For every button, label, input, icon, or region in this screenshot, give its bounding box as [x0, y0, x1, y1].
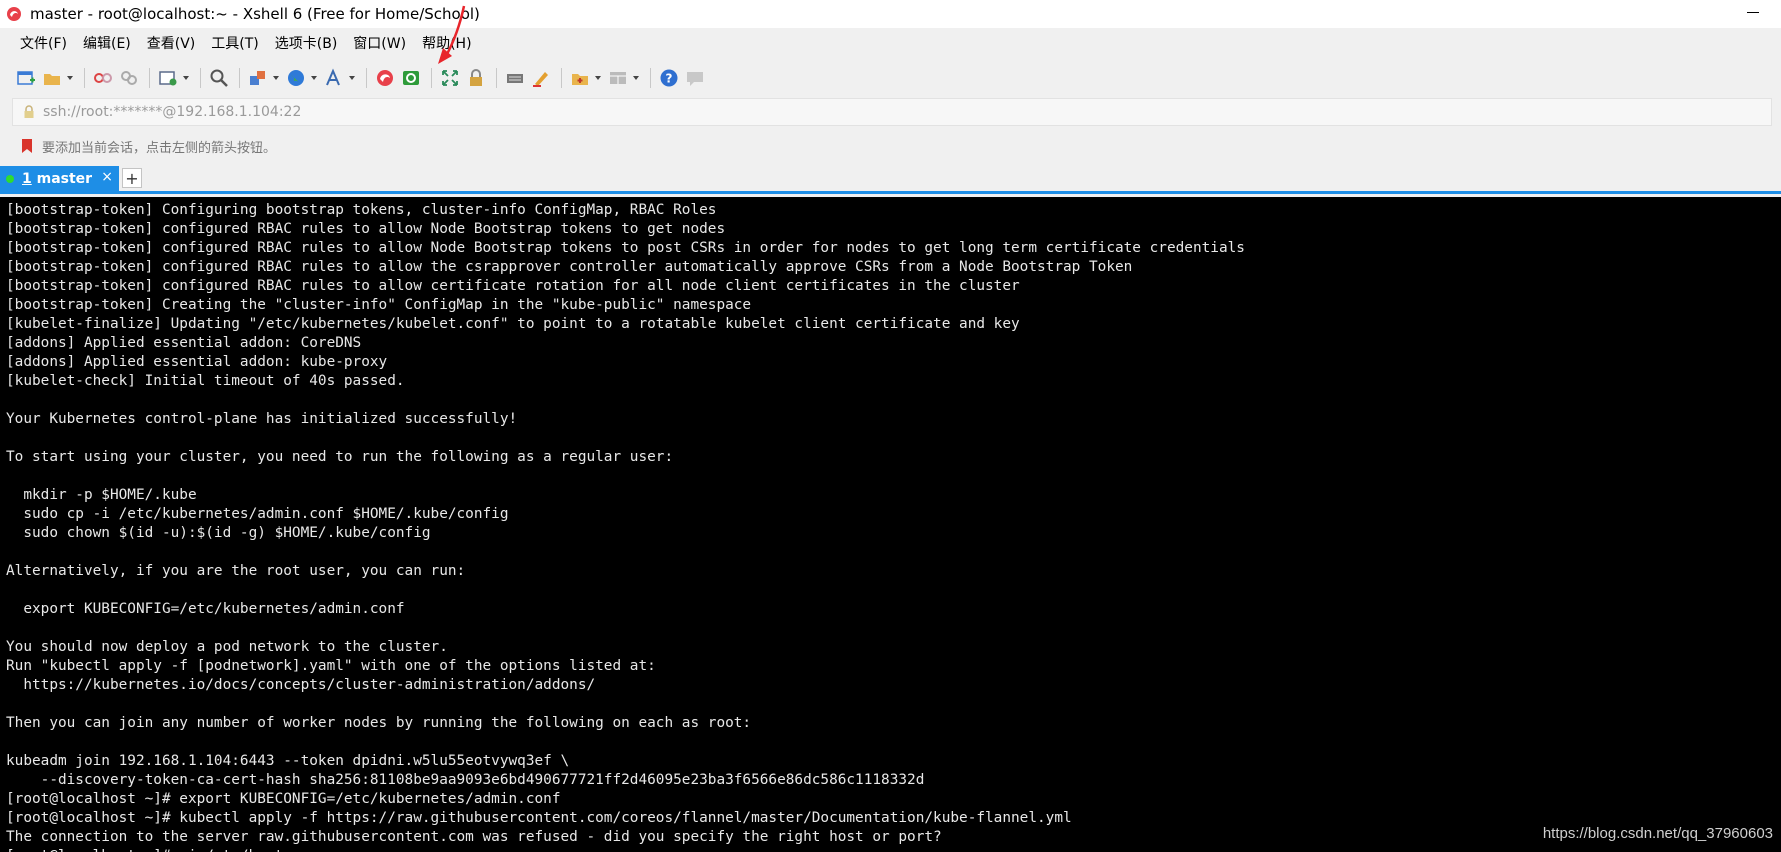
terminal-line: [bootstrap-token] Configuring bootstrap … [6, 202, 717, 218]
tab-number: 1 [22, 170, 32, 187]
toolbar-separator [496, 68, 497, 88]
terminal-line: [bootstrap-token] configured RBAC rules … [6, 278, 1020, 294]
terminal-line: [bootstrap-token] configured RBAC rules … [6, 221, 726, 237]
toolbar-separator [561, 68, 562, 88]
toolbar: ? [0, 62, 1781, 94]
terminal-line: Run "kubectl apply -f [podnetwork].yaml"… [6, 658, 656, 674]
xftp-icon[interactable] [399, 66, 423, 90]
terminal-line: --discovery-token-ca-cert-hash sha256:81… [6, 772, 925, 788]
open-dropdown-icon[interactable] [66, 66, 74, 90]
window-title: master - root@localhost:~ - Xshell 6 (Fr… [30, 5, 480, 23]
watermark: https://blog.csdn.net/qq_37960603 [1542, 825, 1773, 842]
toolbar-separator [366, 68, 367, 88]
globe-dropdown-icon[interactable] [310, 66, 318, 90]
layout-dropdown-icon[interactable] [632, 66, 640, 90]
toolbar-separator [200, 68, 201, 88]
address-lock-icon [24, 105, 34, 118]
terminal-line: kubeadm join 192.168.1.104:6443 --token … [6, 753, 570, 769]
toolbar-separator [650, 68, 651, 88]
address-bar[interactable]: ssh://root:*******@192.168.1.104:22 [12, 98, 1772, 126]
menu-edit[interactable]: 编辑(E) [75, 33, 139, 53]
terminal-line: [root@localhost ~]# vi /etc/hosts [6, 847, 1781, 852]
hint-text: 要添加当前会话，点击左侧的箭头按钮。 [42, 140, 277, 156]
terminal-line: [bootstrap-token] Creating the "cluster-… [6, 297, 752, 313]
terminal-line: https://kubernetes.io/docs/concepts/clus… [6, 677, 596, 693]
bookmark-flag-icon[interactable] [20, 138, 34, 154]
menu-window[interactable]: 窗口(W) [345, 33, 414, 53]
font-dropdown-icon[interactable] [348, 66, 356, 90]
chat-icon[interactable] [683, 66, 707, 90]
layout-icon[interactable] [606, 66, 630, 90]
menu-file[interactable]: 文件(F) [12, 33, 75, 53]
terminal-line: [bootstrap-token] configured RBAC rules … [6, 259, 1133, 275]
new-session-icon[interactable] [14, 66, 38, 90]
connected-status-icon [6, 174, 14, 183]
terminal-line: [addons] Applied essential addon: kube-p… [6, 354, 388, 370]
globe-icon[interactable] [284, 66, 308, 90]
terminal-line: The connection to the server raw.githubu… [6, 829, 942, 845]
session-properties-icon[interactable] [156, 66, 180, 90]
keyboard-icon[interactable] [503, 66, 527, 90]
open-folder-icon[interactable] [40, 66, 64, 90]
terminal-line: sudo chown $(id -u):$(id -g) $HOME/.kube… [6, 525, 431, 541]
toolbar-separator [239, 68, 240, 88]
svg-text:?: ? [666, 72, 673, 86]
terminal-line: sudo cp -i /etc/kubernetes/admin.conf $H… [6, 506, 509, 522]
terminal-area[interactable]: [bootstrap-token] Configuring bootstrap … [0, 197, 1781, 852]
terminal-line: To start using your cluster, you need to… [6, 449, 674, 465]
terminal-line: You should now deploy a pod network to t… [6, 639, 448, 655]
toolbar-separator [149, 68, 150, 88]
tab-label: 1 master [22, 171, 92, 187]
terminal-line: [kubelet-check] Initial timeout of 40s p… [6, 373, 405, 389]
menu-tab[interactable]: 选项卡(B) [267, 33, 346, 53]
help-icon[interactable]: ? [657, 66, 681, 90]
terminal-output: [bootstrap-token] Configuring bootstrap … [0, 197, 1781, 852]
terminal-line: export KUBECONFIG=/etc/kubernetes/admin.… [6, 601, 405, 617]
menu-tools[interactable]: 工具(T) [203, 33, 266, 53]
terminal-line: [bootstrap-token] configured RBAC rules … [6, 240, 1245, 256]
new-tab-button[interactable]: + [122, 168, 142, 188]
hint-bar: 要添加当前会话，点击左侧的箭头按钮。 [0, 132, 1781, 160]
reconnect-icon[interactable] [117, 66, 141, 90]
terminal-line: [root@localhost ~]# export KUBECONFIG=/e… [6, 791, 561, 807]
font-icon[interactable] [322, 66, 346, 90]
properties-dropdown-icon[interactable] [182, 66, 190, 90]
transfer-icon[interactable] [246, 66, 270, 90]
minimize-button[interactable] [1747, 12, 1759, 13]
transfer-dropdown-icon[interactable] [272, 66, 280, 90]
terminal-line: [kubelet-finalize] Updating "/etc/kubern… [6, 316, 1020, 332]
tab-name: master [36, 170, 93, 187]
menu-view[interactable]: 查看(V) [139, 33, 204, 53]
tab-master[interactable]: 1 master × [0, 166, 119, 191]
xshell-icon[interactable] [373, 66, 397, 90]
highlight-icon[interactable] [529, 66, 553, 90]
find-icon[interactable] [207, 66, 231, 90]
toolbar-separator [431, 68, 432, 88]
menu-bar: 文件(F) 编辑(E) 查看(V) 工具(T) 选项卡(B) 窗口(W) 帮助(… [0, 28, 1781, 58]
title-bar: master - root@localhost:~ - Xshell 6 (Fr… [0, 0, 1781, 28]
new-folder-icon[interactable] [568, 66, 592, 90]
tab-close-icon[interactable]: × [101, 169, 113, 185]
toolbar-separator [84, 68, 85, 88]
address-value: ssh://root:*******@192.168.1.104:22 [43, 104, 302, 120]
terminal-line: [root@localhost ~]# kubectl apply -f htt… [6, 810, 1072, 826]
tab-bar: 1 master × + [0, 166, 1781, 194]
annotation-arrow [438, 5, 466, 64]
terminal-line: mkdir -p $HOME/.kube [6, 487, 197, 503]
terminal-line: Then you can join any number of worker n… [6, 715, 752, 731]
terminal-line: Your Kubernetes control-plane has initia… [6, 411, 518, 427]
xshell-logo-icon [7, 7, 21, 21]
disconnect-icon[interactable] [91, 66, 115, 90]
terminal-line: Alternatively, if you are the root user,… [6, 563, 466, 579]
folder-dropdown-icon[interactable] [594, 66, 602, 90]
terminal-line: [addons] Applied essential addon: CoreDN… [6, 335, 362, 351]
